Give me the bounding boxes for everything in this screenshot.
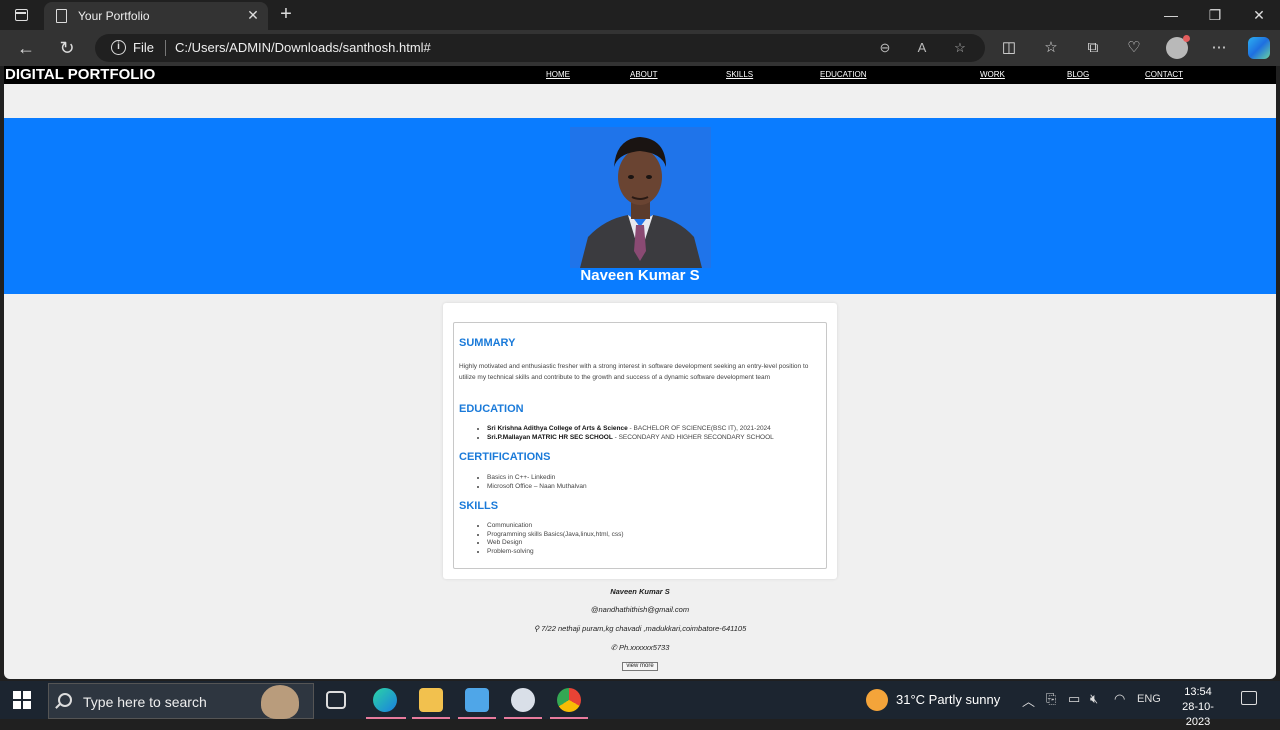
more-menu-icon[interactable]: ⋯ <box>1208 37 1230 59</box>
chrome-icon[interactable] <box>557 688 581 712</box>
tab-title: Your Portfolio <box>78 9 150 23</box>
site-info-icon[interactable]: i <box>111 40 126 55</box>
nav-skills[interactable]: SKILLS <box>726 70 753 79</box>
education-list: Sri Krishna Adithya College of Arts & Sc… <box>487 425 774 442</box>
certifications-heading: CERTIFICATIONS <box>459 451 551 463</box>
copilot-icon[interactable] <box>1248 37 1270 59</box>
site-brand: DIGITAL PORTFOLIO <box>5 66 156 83</box>
browser-essentials-icon[interactable]: ♡ <box>1123 37 1145 59</box>
zoom-icon[interactable]: ⊖ <box>876 39 894 57</box>
close-window-button[interactable]: ✕ <box>1248 4 1270 26</box>
clock-time: 13:54 <box>1184 686 1212 698</box>
split-screen-icon[interactable]: ◫ <box>998 37 1020 59</box>
nav-home[interactable]: HOME <box>546 70 570 79</box>
address-scheme: File <box>133 40 154 55</box>
footer-address: ⚲ 7/22 nethaji puram,kg chavadi ,madukka… <box>533 624 747 633</box>
app-icon[interactable] <box>465 688 489 712</box>
resume-inner: SUMMARY Highly motivated and enthusiasti… <box>453 322 827 569</box>
list-item: Problem-solving <box>487 548 624 557</box>
view-more-button[interactable]: view more <box>622 662 658 671</box>
list-item: Sri.P.Mallayan MATRIC HR SEC SCHOOL - SE… <box>487 434 774 443</box>
list-item: Programming skills Basics(Java,linux,htm… <box>487 531 624 540</box>
tab-actions-icon[interactable] <box>10 6 34 24</box>
profile-avatar[interactable] <box>1166 35 1190 59</box>
collections-icon[interactable]: ⧉ <box>1082 37 1104 59</box>
refresh-icon[interactable]: ↻ <box>55 37 79 59</box>
summary-text: Highly motivated and enthusiastic freshe… <box>459 363 809 381</box>
nav-education[interactable]: EDUCATION <box>820 70 867 79</box>
file-explorer-icon[interactable] <box>419 688 443 712</box>
browser-tab-bar: Your Portfolio ✕ + — ❐ ✕ <box>0 0 1280 30</box>
resume-card: SUMMARY Highly motivated and enthusiasti… <box>443 303 837 579</box>
address-bar[interactable]: i File C:/Users/ADMIN/Downloads/santhosh… <box>95 34 985 62</box>
meet-now-icon[interactable]: ⎘ <box>1046 691 1056 707</box>
task-view-icon[interactable] <box>326 691 346 709</box>
certifications-list: Basics in C++- Linkedin Microsoft Office… <box>487 474 587 491</box>
minimize-button[interactable]: — <box>1160 4 1182 26</box>
wifi-icon[interactable]: ◠ <box>1114 691 1125 707</box>
taskbar: Type here to search 31°C Partly sunny ︿ … <box>0 681 1280 728</box>
nav-blog[interactable]: BLOG <box>1067 70 1089 79</box>
footer-name: Naveen Kumar S <box>610 587 670 596</box>
list-item: Sri Krishna Adithya College of Arts & Sc… <box>487 425 774 434</box>
nav-contact[interactable]: CONTACT <box>1145 70 1183 79</box>
address-divider <box>165 40 166 56</box>
hero-banner: Naveen Kumar S <box>4 118 1276 294</box>
summary-heading: SUMMARY <box>459 337 516 349</box>
search-placeholder: Type here to search <box>83 694 207 710</box>
volume-muted-icon[interactable]: 🔇︎ <box>1090 691 1098 707</box>
page-viewport: DIGITAL PORTFOLIO HOME ABOUT SKILLS EDUC… <box>4 66 1276 679</box>
favorites-icon[interactable]: ☆ <box>1040 37 1062 59</box>
back-icon[interactable]: ← <box>14 37 38 59</box>
page-icon <box>56 9 67 23</box>
hero-name: Naveen Kumar S <box>580 267 700 284</box>
language-indicator[interactable]: ENG <box>1137 693 1161 705</box>
nav-about[interactable]: ABOUT <box>630 70 658 79</box>
windows-start-icon[interactable] <box>13 691 31 709</box>
clock-date: 28-10-2023 <box>1182 701 1214 728</box>
site-navbar: DIGITAL PORTFOLIO HOME ABOUT SKILLS EDUC… <box>4 66 1276 84</box>
favorite-star-icon[interactable]: ☆ <box>951 39 969 57</box>
weather-text[interactable]: 31°C Partly sunny <box>896 692 1000 707</box>
list-item: Basics in C++- Linkedin <box>487 474 587 483</box>
profile-photo <box>570 127 711 268</box>
browser-tab[interactable]: Your Portfolio ✕ <box>44 2 268 30</box>
list-item: Communication <box>487 522 624 531</box>
taskbar-search[interactable]: Type here to search <box>48 683 314 719</box>
search-icon <box>58 693 72 707</box>
nav-work[interactable]: WORK <box>980 70 1005 79</box>
new-tab-button[interactable]: + <box>275 3 297 25</box>
paint-icon[interactable] <box>511 688 535 712</box>
close-tab-icon[interactable]: ✕ <box>244 6 262 24</box>
read-aloud-icon[interactable]: A <box>913 39 931 57</box>
list-item: Microsoft Office – Naan Muthalvan <box>487 483 587 492</box>
edge-icon[interactable] <box>373 688 397 712</box>
restore-button[interactable]: ❐ <box>1204 4 1226 26</box>
skills-heading: SKILLS <box>459 500 499 512</box>
browser-toolbar: ← ↻ i File C:/Users/ADMIN/Downloads/sant… <box>0 30 1280 66</box>
skills-list: Communication Programming skills Basics(… <box>487 522 624 556</box>
battery-icon[interactable]: ▭ <box>1068 691 1080 707</box>
clock[interactable]: 13:54 28-10-2023 <box>1170 685 1226 730</box>
show-hidden-icons-icon[interactable]: ︿ <box>1022 691 1035 710</box>
search-highlight-image <box>261 685 299 719</box>
footer-phone: ✆ Ph.xxxxxx5733 <box>610 643 670 652</box>
education-heading: EDUCATION <box>459 403 524 415</box>
notification-icon[interactable] <box>1241 691 1257 705</box>
weather-icon[interactable] <box>866 689 888 711</box>
footer-email: @nandhathithish@gmail.com <box>590 605 690 614</box>
address-url[interactable]: C:/Users/ADMIN/Downloads/santhosh.html# <box>175 40 431 55</box>
list-item: Web Design <box>487 539 624 548</box>
